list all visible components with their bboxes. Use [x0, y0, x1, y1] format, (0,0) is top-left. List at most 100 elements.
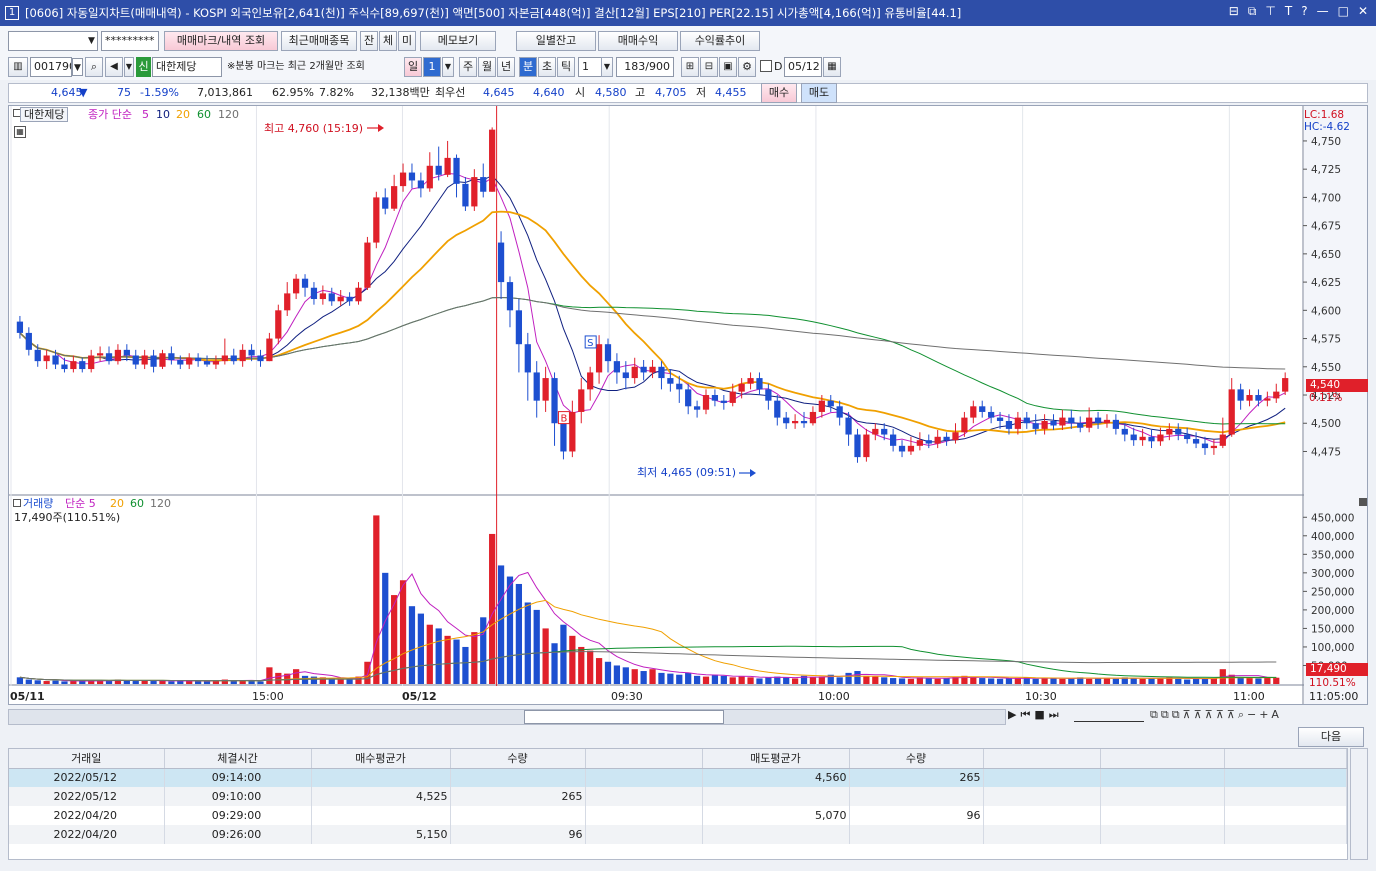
trade-mark-query-button[interactable]: 매매마크/내역 조회 — [164, 31, 278, 51]
drawing-tools-icon[interactable]: ⧉⧉⧉⊼⊼⊼⊼⊼⌕−+A — [1150, 708, 1282, 722]
password-field[interactable]: ********* — [101, 31, 159, 51]
volume-bar — [587, 650, 594, 684]
volume-bar — [640, 671, 647, 684]
speaker-dropdown-icon[interactable]: ▼ — [124, 57, 134, 77]
date-checkbox[interactable] — [760, 60, 772, 72]
maximize-button[interactable]: □ — [1338, 4, 1349, 19]
volume-bar — [979, 678, 986, 684]
pin-icon[interactable]: ⊤ — [1265, 4, 1275, 19]
trade-history-table[interactable]: 거래일 체결시간 매수평균가 수량 매도평균가 수량 2022/05/12 09… — [8, 748, 1348, 860]
cell-empty — [983, 768, 1101, 787]
period-tick-button[interactable]: 틱 — [557, 57, 575, 77]
price-tick-label: 4,575 — [1311, 334, 1341, 346]
volume-bar — [1175, 678, 1182, 684]
low-marker-label: 최저 4,465 (09:51) — [637, 466, 737, 479]
candle-body — [1094, 417, 1102, 424]
unfilled-button[interactable]: 미 — [398, 31, 416, 51]
volume-ratio: 62.95% — [272, 86, 314, 99]
calculator-icon[interactable]: ▦ — [14, 126, 26, 138]
memo-button[interactable]: 메모보기 — [420, 31, 496, 51]
buy-button[interactable]: 매수 — [761, 83, 797, 103]
period-day-button[interactable]: 일 — [404, 57, 422, 77]
daily-balance-button[interactable]: 일별잔고 — [516, 31, 596, 51]
filled-button[interactable]: 체 — [379, 31, 397, 51]
table-row[interactable]: 2022/04/20 09:26:00 5,150 96 — [9, 825, 1347, 844]
volume-close-icon[interactable] — [1359, 498, 1367, 506]
period-day-count[interactable]: 1 — [423, 57, 441, 77]
volume-bar — [34, 680, 41, 684]
layout-icon[interactable]: ▥ — [8, 57, 28, 77]
col-trade-date[interactable]: 거래일 — [9, 749, 165, 769]
col-buy-qty[interactable]: 수량 — [450, 749, 586, 769]
candle-body — [1059, 417, 1066, 426]
table-row[interactable]: 2022/05/12 09:14:00 4,560 265 — [9, 768, 1347, 787]
settings-gear-icon[interactable]: ⚙ — [738, 57, 756, 77]
candle-body — [791, 420, 799, 424]
interval-input[interactable]: 1 — [578, 57, 602, 77]
volume-bar — [729, 677, 736, 684]
playback-controls[interactable]: ▶⏮■⏭ — [1008, 708, 1063, 722]
trade-profit-button[interactable]: 매매수익 — [598, 31, 678, 51]
minimize-button[interactable]: — — [1317, 4, 1329, 19]
candle-body — [836, 406, 843, 418]
code-dropdown-icon[interactable]: ▼ — [72, 58, 83, 76]
stock-tab[interactable]: 대한제당 — [20, 107, 69, 122]
search-icon[interactable]: ⌕ — [85, 57, 103, 77]
help-icon[interactable]: ? — [1301, 4, 1307, 19]
dock-icon[interactable]: ⊟ — [1229, 4, 1239, 19]
scroll-thumb[interactable] — [524, 710, 724, 724]
zoom-in-icon[interactable]: ⊞ — [681, 57, 699, 77]
stock-code-input[interactable]: 001790 — [30, 57, 72, 77]
cell-empty — [1100, 768, 1225, 787]
calendar-icon[interactable]: ▦ — [823, 57, 841, 77]
volume-bar — [720, 675, 727, 684]
col-sell-qty[interactable]: 수량 — [849, 749, 984, 769]
volume-bar — [168, 681, 175, 684]
volume-bar — [1112, 678, 1120, 684]
candle-body — [355, 287, 362, 302]
date-input[interactable]: 05/12 — [784, 57, 822, 77]
bar-count-field[interactable]: 183/900 — [616, 57, 674, 77]
table-row[interactable]: 2022/04/20 09:29:00 5,070 96 — [9, 806, 1347, 825]
account-select[interactable] — [8, 31, 98, 51]
chart-svg[interactable]: 4,4754,5004,5254,5504,5754,6004,6254,650… — [9, 106, 1367, 704]
zoom-out-icon[interactable]: ⊟ — [700, 57, 718, 77]
candle-body — [141, 355, 148, 365]
speaker-icon[interactable]: ◀ — [105, 57, 123, 77]
table-scrollbar[interactable] — [1350, 748, 1368, 860]
period-year-button[interactable]: 년 — [497, 57, 515, 77]
period-second-button[interactable]: 초 — [538, 57, 556, 77]
close-button[interactable]: ✕ — [1358, 4, 1368, 19]
balance-button[interactable]: 잔 — [360, 31, 378, 51]
period-month-button[interactable]: 월 — [478, 57, 496, 77]
period-week-button[interactable]: 주 — [459, 57, 477, 77]
volume-bar — [898, 678, 906, 684]
return-trend-button[interactable]: 수익률추이 — [680, 31, 760, 51]
float-icon[interactable]: ⧉ — [1248, 4, 1257, 19]
candle-body — [1282, 378, 1289, 392]
chart-panel[interactable]: 4,475 4,500 4,525 4,550 4,575 4,600 4,625 4,650… — [8, 105, 1368, 705]
next-button[interactable]: 다음 — [1298, 727, 1364, 747]
candle-body — [1086, 417, 1093, 428]
sell-button[interactable]: 매도 — [801, 83, 837, 103]
period-minute-button[interactable]: 분 — [519, 57, 537, 77]
volume-panel-menu-icon[interactable] — [13, 499, 21, 507]
speed-slider[interactable] — [1074, 712, 1144, 722]
font-icon[interactable]: T — [1285, 4, 1292, 19]
cell-empty — [585, 787, 703, 806]
col-buy-avg[interactable]: 매수평균가 — [311, 749, 451, 769]
col-exec-time[interactable]: 체결시간 — [164, 749, 312, 769]
horizontal-scrollbar[interactable] — [8, 709, 1006, 725]
volume-bar — [872, 676, 879, 684]
recent-stocks-button[interactable]: 최근매매종목 — [281, 31, 357, 51]
candle-body — [417, 180, 424, 189]
account-dropdown-icon[interactable]: ▼ — [86, 32, 97, 50]
table-row[interactable]: 2022/05/12 09:10:00 4,525 265 — [9, 787, 1347, 806]
save-icon[interactable]: ▣ — [719, 57, 737, 77]
volume-bar — [453, 639, 460, 684]
candle-body — [61, 364, 68, 370]
day-count-dropdown-icon[interactable]: ▼ — [442, 57, 454, 77]
cell-date: 2022/05/12 — [9, 787, 165, 806]
col-sell-avg[interactable]: 매도평균가 — [702, 749, 850, 769]
interval-dropdown-icon[interactable]: ▼ — [601, 57, 613, 77]
